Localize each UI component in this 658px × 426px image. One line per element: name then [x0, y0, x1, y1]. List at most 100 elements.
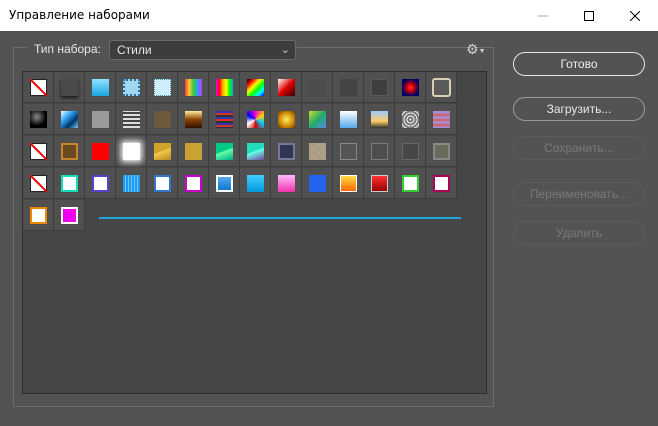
rename-button[interactable]: Переименовать...	[513, 182, 645, 206]
style-swatch	[246, 142, 264, 160]
style-preset-gold-dark[interactable]	[178, 104, 209, 135]
style-preset-blue-gold[interactable]	[271, 136, 302, 167]
style-preset-white-blue[interactable]	[147, 168, 178, 199]
style-swatch	[277, 110, 295, 128]
style-preset-red[interactable]	[85, 136, 116, 167]
style-swatch	[401, 78, 419, 96]
close-icon	[630, 10, 640, 21]
preset-type-select[interactable]: Стили ⌄	[109, 40, 296, 60]
style-preset-pink-gradient[interactable]	[271, 168, 302, 199]
style-preset-teal-frame[interactable]	[54, 168, 85, 199]
style-preset-none[interactable]	[23, 168, 54, 199]
style-swatch	[184, 142, 202, 160]
settings-menu-button[interactable]: ⚙▼	[466, 41, 486, 58]
style-swatch	[60, 78, 78, 96]
style-swatch	[277, 78, 295, 96]
style-swatch	[370, 110, 388, 128]
style-swatch	[339, 174, 357, 192]
style-preset-blue-bars[interactable]	[116, 168, 147, 199]
style-preset-gray-dark[interactable]	[333, 72, 364, 103]
style-preset-brown-frame[interactable]	[54, 136, 85, 167]
save-button[interactable]: Сохранить...	[513, 136, 645, 160]
style-swatch	[29, 110, 47, 128]
style-swatch	[370, 78, 388, 96]
style-swatch	[60, 110, 78, 128]
chevron-down-icon: ⌄	[280, 44, 290, 56]
style-preset-beige-frame[interactable]	[426, 72, 457, 103]
style-preset-blue-red-glow[interactable]	[395, 72, 426, 103]
style-preset-teal-green[interactable]	[209, 136, 240, 167]
style-swatch	[153, 110, 171, 128]
load-button[interactable]: Загрузить...	[513, 97, 645, 121]
style-preset-purple-frame[interactable]	[85, 168, 116, 199]
style-preset-none[interactable]	[23, 72, 54, 103]
style-swatch	[339, 142, 357, 160]
maximize-button[interactable]	[566, 0, 612, 31]
style-preset-magenta-solid[interactable]	[54, 200, 85, 231]
style-swatch	[277, 142, 295, 160]
divider-line	[99, 217, 461, 219]
style-preset-sky-blue[interactable]	[333, 104, 364, 135]
style-preset-blue-solid[interactable]	[302, 168, 333, 199]
style-swatch	[308, 174, 326, 192]
delete-button[interactable]: Удалить	[513, 221, 645, 245]
style-swatch	[29, 174, 47, 192]
style-preset-outline-olive[interactable]	[426, 136, 457, 167]
style-swatch	[91, 174, 109, 192]
style-preset-black-ball[interactable]	[23, 104, 54, 135]
style-preset-spectrum[interactable]	[240, 72, 271, 103]
style-preset-rainbow-v[interactable]	[178, 72, 209, 103]
style-swatch	[29, 78, 47, 96]
style-preset-brown-wood[interactable]	[147, 104, 178, 135]
style-preset-blue-chrome[interactable]	[54, 104, 85, 135]
style-preset-green-blue[interactable]	[302, 104, 333, 135]
style-preset-light-blue-dotted[interactable]	[147, 72, 178, 103]
style-preset-lilac-stripes[interactable]	[426, 104, 457, 135]
style-swatch	[122, 110, 140, 128]
style-swatch	[60, 142, 78, 160]
done-button[interactable]: Готово	[513, 52, 645, 76]
style-preset-cyan-bevel[interactable]	[240, 168, 271, 199]
style-preset-teal-purple[interactable]	[240, 136, 271, 167]
style-preset-gray-darker[interactable]	[364, 72, 395, 103]
style-preset-gray[interactable]	[302, 72, 333, 103]
style-preset-magenta-frame[interactable]	[178, 168, 209, 199]
style-swatch	[401, 142, 419, 160]
style-preset-rainbow-h[interactable]	[209, 72, 240, 103]
preset-type-label: Тип набора:	[34, 42, 101, 56]
style-preset-sunset[interactable]	[364, 104, 395, 135]
maximize-icon	[584, 10, 594, 21]
style-preset-outline-dark[interactable]	[333, 136, 364, 167]
no-style-icon	[29, 142, 47, 160]
style-preset-blue-bevel[interactable]	[209, 168, 240, 199]
style-preset-orange-frame[interactable]	[23, 200, 54, 231]
style-swatch	[401, 110, 419, 128]
style-preset-lace[interactable]	[395, 104, 426, 135]
style-preset-orange-gradient[interactable]	[333, 168, 364, 199]
style-preset-white-glow[interactable]	[116, 136, 147, 167]
style-preset-outline-darker[interactable]	[395, 136, 426, 167]
close-button[interactable]	[612, 0, 658, 31]
style-preset-none[interactable]	[23, 136, 54, 167]
style-swatch	[432, 142, 450, 160]
style-preset-green-frame[interactable]	[395, 168, 426, 199]
style-preset-blue-dotted[interactable]	[116, 72, 147, 103]
style-preset-magenta-frame-dark[interactable]	[426, 168, 457, 199]
minimize-button[interactable]	[520, 0, 566, 31]
style-swatch	[60, 206, 78, 224]
style-preset-gold-shiny[interactable]	[271, 104, 302, 135]
style-preset-purple-stripes[interactable]	[209, 104, 240, 135]
style-preset-shadow-dark[interactable]	[54, 72, 85, 103]
style-preset-red-black[interactable]	[271, 72, 302, 103]
style-preset-gray-flat[interactable]	[85, 104, 116, 135]
style-preset-red-gradient[interactable]	[364, 168, 395, 199]
style-swatch	[184, 78, 202, 96]
no-style-icon	[29, 78, 47, 96]
style-preset-outline-gray[interactable]	[364, 136, 395, 167]
style-preset-cyan-gradient[interactable]	[85, 72, 116, 103]
style-preset-gold-envelope[interactable]	[147, 136, 178, 167]
style-preset-tan-texture[interactable]	[302, 136, 333, 167]
style-preset-gold[interactable]	[178, 136, 209, 167]
style-preset-colorful-noise[interactable]	[240, 104, 271, 135]
style-preset-metal-dots[interactable]	[116, 104, 147, 135]
